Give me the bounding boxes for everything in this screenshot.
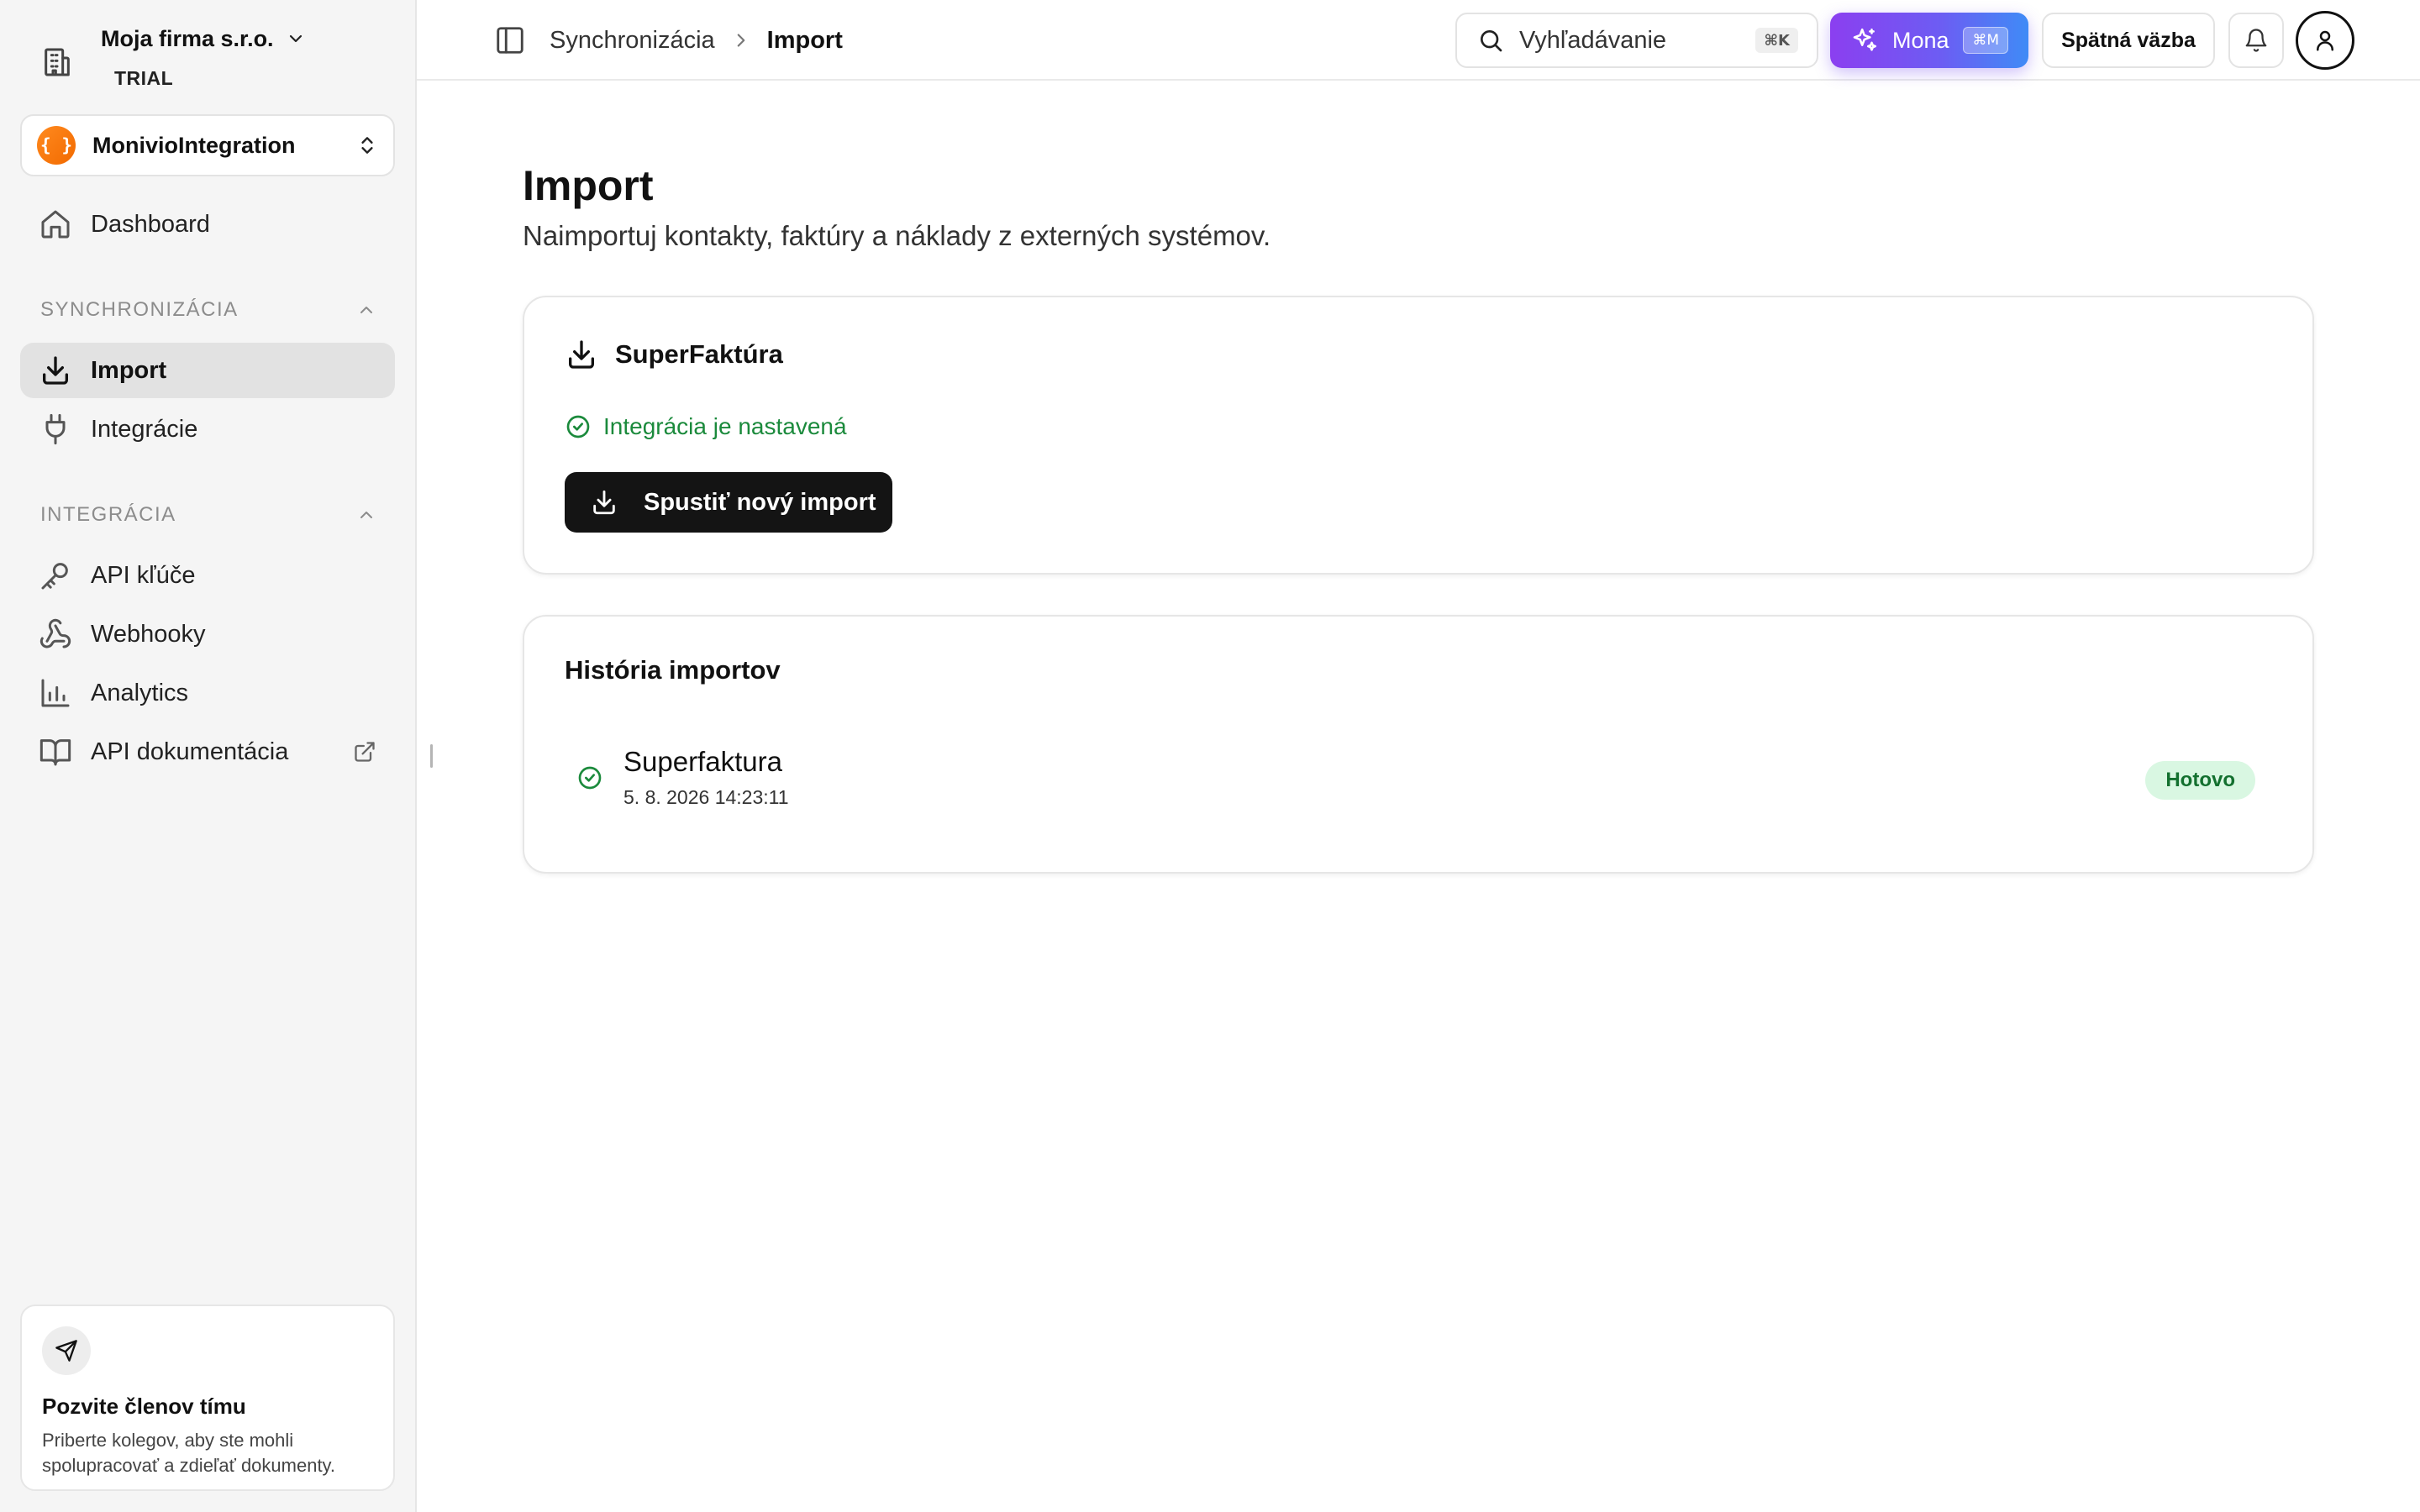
- history-row-datetime: 5. 8. 2026 14:23:11: [623, 786, 789, 808]
- sidebar-item-integracie[interactable]: Integrácie: [20, 402, 395, 457]
- company-switcher[interactable]: Moja firma s.r.o. TRIAL: [40, 22, 393, 97]
- section-toggle-synchronizacia[interactable]: SYNCHRONIZÁCIA: [40, 293, 376, 327]
- history-row[interactable]: Superfaktura 5. 8. 2026 14:23:11 Hotovo: [565, 743, 2275, 818]
- invite-team-card[interactable]: Pozvite členov tímu Priberte kolegov, ab…: [20, 1305, 395, 1491]
- org-name: MonivioIntegration: [92, 132, 296, 158]
- integration-status-text: Integrácia je nastavená: [603, 413, 847, 439]
- plan-badge: TRIAL: [114, 67, 174, 89]
- chevron-right-icon: [730, 29, 752, 51]
- key-icon: [39, 559, 72, 592]
- chevron-up-icon: [356, 505, 376, 525]
- sidebar-item-api-docs[interactable]: API dokumentácia: [20, 724, 395, 780]
- breadcrumb-synchronizacia[interactable]: Synchronizácia: [550, 27, 715, 55]
- integration-header: SuperFaktúra: [565, 338, 783, 371]
- section-toggle-integracia[interactable]: INTEGRÁCIA: [40, 498, 376, 532]
- building-icon: [40, 45, 74, 79]
- organization-selector[interactable]: { } MonivioIntegration: [20, 114, 395, 176]
- sidebar-item-label: Analytics: [91, 679, 189, 706]
- book-icon: [39, 735, 72, 769]
- send-icon: [42, 1326, 91, 1375]
- check-circle-icon: [576, 764, 603, 791]
- bell-icon: [2244, 28, 2269, 53]
- sidebar: Moja firma s.r.o. TRIAL { } MonivioInteg…: [0, 0, 417, 1512]
- history-title: História importov: [565, 655, 781, 685]
- search-input[interactable]: Vyhľadávanie ⌘K: [1455, 13, 1818, 68]
- feedback-button[interactable]: Spätná väzba: [2042, 13, 2215, 68]
- topbar: Synchronizácia Import Vyhľadávanie ⌘K Mo…: [417, 0, 2420, 81]
- run-import-label: Spustiť nový import: [644, 488, 876, 516]
- breadcrumb-current: Import: [766, 26, 843, 54]
- sidebar-item-label: API kľúče: [91, 561, 196, 589]
- breadcrumb: Synchronizácia Import: [550, 0, 843, 81]
- check-circle-icon: [565, 413, 592, 440]
- section-label: SYNCHRONIZÁCIA: [40, 298, 239, 321]
- sidebar-item-label: API dokumentácia: [91, 738, 289, 765]
- plug-icon: [39, 412, 72, 446]
- mona-label: Mona: [1892, 27, 1949, 53]
- search-shortcut: ⌘K: [1755, 28, 1798, 53]
- page-title: Import: [523, 162, 654, 209]
- invite-description-line: Priberte kolegov, aby ste mohli: [42, 1430, 294, 1451]
- search-placeholder: Vyhľadávanie: [1519, 26, 1667, 54]
- user-icon: [2312, 28, 2338, 53]
- status-badge: Hotovo: [2145, 761, 2255, 800]
- mona-assistant-button[interactable]: Mona ⌘M: [1830, 13, 2028, 68]
- download-icon: [565, 338, 598, 371]
- history-row-name: Superfaktura: [623, 746, 782, 777]
- section-label: INTEGRÁCIA: [40, 503, 176, 526]
- search-icon: [1477, 27, 1504, 54]
- integration-status: Integrácia je nastavená: [565, 413, 847, 440]
- invite-description: Priberte kolegov, aby ste mohli spolupra…: [42, 1428, 373, 1478]
- sidebar-resize-handle[interactable]: [430, 744, 433, 768]
- invite-title: Pozvite členov tímu: [42, 1394, 246, 1419]
- company-name: Moja firma s.r.o.: [101, 25, 274, 51]
- sidebar-item-webhooks[interactable]: Webhooky: [20, 606, 395, 662]
- sidebar-item-dashboard[interactable]: Dashboard: [20, 197, 395, 252]
- invite-description-line: spolupracovať a zdieľať dokumenty.: [42, 1455, 336, 1476]
- sidebar-item-api-keys[interactable]: API kľúče: [20, 548, 395, 603]
- integration-title: SuperFaktúra: [615, 339, 783, 369]
- sparkles-icon: [1850, 26, 1879, 55]
- mona-shortcut: ⌘M: [1963, 27, 2008, 54]
- integration-card: SuperFaktúra Integrácia je nastavená Spu…: [523, 296, 2314, 575]
- notifications-button[interactable]: [2228, 13, 2284, 68]
- sidebar-item-label: Dashboard: [91, 210, 210, 238]
- sidebar-item-label: Integrácie: [91, 415, 198, 443]
- page-subtitle: Naimportuj kontakty, faktúry a náklady z…: [523, 220, 1271, 251]
- download-icon: [39, 354, 72, 387]
- external-link-icon: [353, 740, 376, 764]
- webhook-icon: [39, 617, 72, 651]
- import-history-card: História importov Superfaktura 5. 8. 202…: [523, 615, 2314, 874]
- sidebar-item-import[interactable]: Import: [20, 343, 395, 398]
- sidebar-item-analytics[interactable]: Analytics: [20, 665, 395, 721]
- sidebar-toggle-icon[interactable]: [494, 24, 526, 56]
- org-logo: { }: [37, 126, 76, 165]
- sidebar-item-label: Webhooky: [91, 620, 206, 648]
- chevron-up-icon: [356, 300, 376, 320]
- bar-chart-icon: [39, 676, 72, 710]
- home-icon: [39, 207, 72, 241]
- chevrons-up-down-icon: [356, 134, 378, 156]
- chevron-down-icon: [286, 29, 306, 49]
- download-icon: [590, 488, 618, 517]
- sidebar-item-label: Import: [91, 356, 167, 384]
- run-import-button[interactable]: Spustiť nový import: [565, 472, 892, 533]
- account-avatar[interactable]: [2296, 11, 2354, 70]
